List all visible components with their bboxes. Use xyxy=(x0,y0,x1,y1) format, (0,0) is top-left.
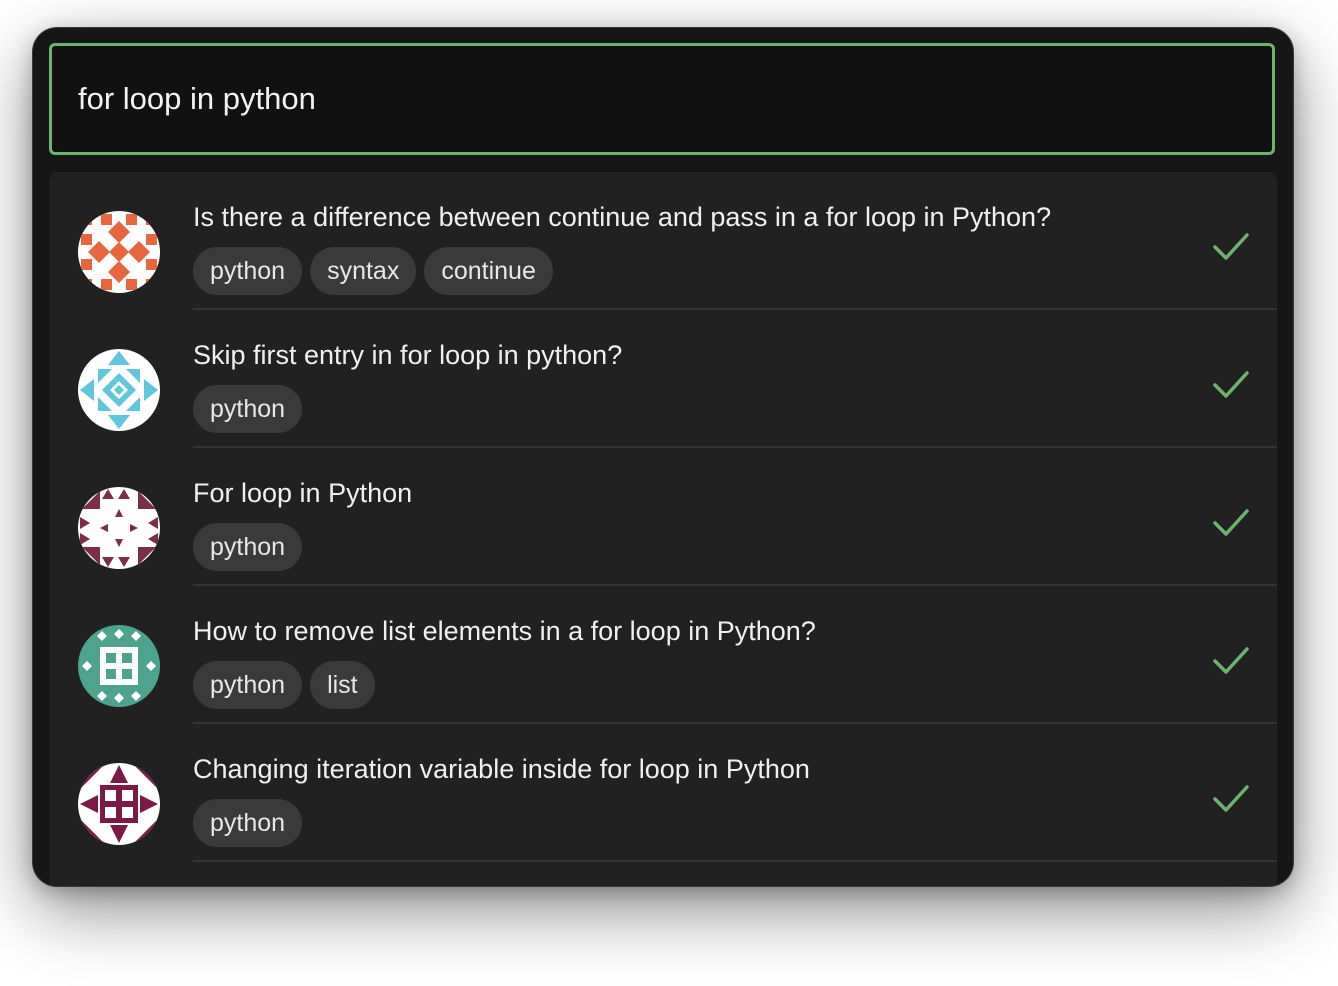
tag-list: python syntax continue xyxy=(193,247,553,295)
tag-list: python xyxy=(193,385,303,433)
check-icon xyxy=(1213,508,1249,538)
tag-python[interactable]: python xyxy=(193,661,303,709)
result-row[interactable]: Is there a difference between continue a… xyxy=(49,172,1277,310)
check-icon xyxy=(1213,646,1249,676)
results-list: Is there a difference between continue a… xyxy=(49,172,1277,886)
user-avatar-identicon xyxy=(78,349,160,431)
tag-continue[interactable]: continue xyxy=(424,247,553,295)
tag-python[interactable]: python xyxy=(193,799,303,847)
result-title: How to remove list elements in a for loo… xyxy=(193,616,816,646)
tag-list-tag[interactable]: list xyxy=(310,661,375,709)
user-avatar-identicon xyxy=(78,487,160,569)
tag-python[interactable]: python xyxy=(193,247,303,295)
result-title: Skip first entry in for loop in python? xyxy=(193,340,623,370)
search-box[interactable] xyxy=(49,43,1275,155)
result-title: For loop in Python xyxy=(193,478,413,508)
check-icon xyxy=(1213,370,1249,400)
check-icon xyxy=(1213,232,1249,262)
search-window: Is there a difference between continue a… xyxy=(33,28,1293,886)
search-input[interactable] xyxy=(52,80,1272,118)
tag-python[interactable]: python xyxy=(193,523,303,571)
tag-list: python list xyxy=(193,661,375,709)
tag-list: python xyxy=(193,523,303,571)
tag-list: python xyxy=(193,799,303,847)
result-row[interactable]: For loop in Python python xyxy=(49,448,1277,586)
result-row[interactable]: Changing iteration variable inside for l… xyxy=(49,724,1277,862)
tag-python[interactable]: python xyxy=(193,385,303,433)
user-avatar-identicon xyxy=(78,763,160,845)
user-avatar-identicon xyxy=(78,625,160,707)
check-icon xyxy=(1213,784,1249,814)
result-title: Changing iteration variable inside for l… xyxy=(193,754,810,784)
tag-syntax[interactable]: syntax xyxy=(310,247,417,295)
result-title: Is there a difference between continue a… xyxy=(193,202,1052,232)
result-row[interactable]: Skip first entry in for loop in python? … xyxy=(49,310,1277,448)
user-avatar-identicon xyxy=(78,211,160,293)
result-row[interactable]: How to remove list elements in a for loo… xyxy=(49,586,1277,724)
